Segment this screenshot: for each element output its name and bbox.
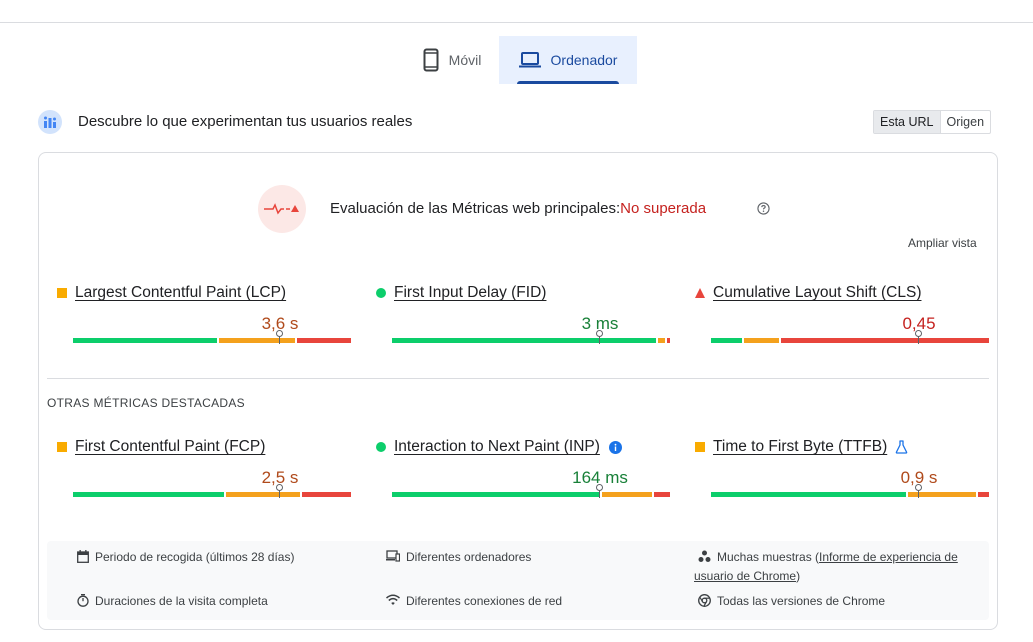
laptop-icon (518, 52, 541, 68)
info-network-text: Diferentes conexiones de red (406, 594, 563, 608)
other-metrics-title: OTRAS MÉTRICAS DESTACADAS (47, 396, 245, 410)
metric-fid-marker (596, 330, 603, 344)
metric-inp-link[interactable]: Interaction to Next Paint (INP) (394, 438, 600, 456)
timer-icon (77, 594, 89, 607)
info-visit-duration: Duraciones de la visita completa (77, 592, 268, 611)
metric-lcp-distribution-bar (73, 338, 351, 343)
good-circle-icon (376, 442, 386, 452)
metric-fcp-link[interactable]: First Contentful Paint (FCP) (75, 438, 265, 456)
info-samples-suffix: ) (796, 569, 801, 583)
good-circle-icon (376, 288, 386, 298)
metric-fid-distribution-bar (392, 338, 670, 343)
metric-ttfb-distribution-bar (711, 492, 989, 497)
scope-origin-button[interactable]: Origen (941, 111, 991, 133)
poor-triangle-icon (695, 288, 705, 298)
metric-cls-link[interactable]: Cumulative Layout Shift (CLS) (713, 284, 921, 302)
info-samples-continued: usuario de Chrome) (694, 567, 800, 586)
needs-improvement-square-icon (57, 442, 67, 452)
info-samples: Muchas muestras (Informe de experiencia … (698, 548, 988, 567)
tab-mobile[interactable]: Móvil (408, 36, 496, 84)
metric-ttfb-link[interactable]: Time to First Byte (TTFB) (713, 438, 887, 456)
info-samples-text: Muchas muestras (Informe de experiencia … (717, 548, 958, 567)
chrome-icon (698, 594, 711, 607)
wifi-icon (386, 594, 400, 605)
metric-cls-marker (915, 330, 922, 344)
top-divider (0, 22, 1033, 23)
info-devices-text: Diferentes ordenadores (406, 550, 532, 564)
section-divider (47, 378, 989, 379)
metric-ttfb-marker (915, 484, 922, 498)
metric-inp-distribution-bar (392, 492, 670, 497)
metric-fcp-marker (276, 484, 283, 498)
tab-mobile-label: Móvil (448, 52, 482, 68)
metric-cls-distribution-bar (711, 338, 989, 343)
info-collection-period: Periodo de recogida (últimos 28 días) (77, 548, 294, 567)
metric-inp-marker (596, 484, 603, 498)
metric-fcp-distribution-bar (73, 492, 351, 497)
metric-lcp-marker (276, 330, 283, 344)
expand-view-link[interactable]: Ampliar vista (908, 236, 977, 250)
calendar-icon (77, 550, 89, 563)
info-devices: Diferentes ordenadores (386, 548, 531, 567)
metric-lcp-header: Largest Contentful Paint (LCP) (57, 284, 286, 302)
info-chrome-versions-text: Todas las versiones de Chrome (717, 594, 886, 608)
metric-lcp-link[interactable]: Largest Contentful Paint (LCP) (75, 284, 286, 302)
smartphone-icon (423, 48, 439, 72)
assessment-text: Evaluación de las Métricas web principal… (330, 200, 706, 217)
metric-fid-header: First Input Delay (FID) (376, 284, 546, 302)
section-title: Descubre lo que experimentan tus usuario… (78, 113, 413, 130)
metric-inp-header: Interaction to Next Paint (INP) (376, 438, 622, 456)
users-group-icon (698, 550, 711, 562)
info-chrome-versions: Todas las versiones de Chrome (698, 592, 885, 611)
failed-assessment-icon (258, 185, 306, 233)
info-network: Diferentes conexiones de red (386, 592, 562, 611)
assessment-label: Evaluación de las Métricas web principal… (330, 200, 621, 217)
help-icon[interactable] (757, 202, 770, 215)
assessment-result: No superada (620, 200, 707, 217)
scope-url-button[interactable]: Esta URL (874, 111, 941, 133)
crux-report-link-continued[interactable]: usuario de Chrome (694, 569, 796, 583)
metric-fcp-header: First Contentful Paint (FCP) (57, 438, 265, 456)
scope-toggle: Esta URL Origen (873, 110, 992, 134)
tab-desktop[interactable]: Ordenador (499, 36, 637, 84)
needs-improvement-square-icon (695, 442, 705, 452)
info-icon[interactable] (608, 440, 622, 454)
needs-improvement-square-icon (57, 288, 67, 298)
info-visit-duration-text: Duraciones de la visita completa (95, 594, 268, 608)
metric-cls-header: Cumulative Layout Shift (CLS) (695, 284, 921, 302)
crux-logo-icon (38, 110, 62, 134)
crux-report-link[interactable]: Informe de experiencia de (819, 550, 958, 564)
metric-fid-link[interactable]: First Input Delay (FID) (394, 284, 546, 302)
info-samples-prefix: Muchas muestras ( (717, 550, 820, 564)
devices-icon (386, 550, 400, 562)
tab-desktop-label: Ordenador (550, 52, 618, 68)
experimental-flask-icon (895, 440, 908, 454)
metric-ttfb-header: Time to First Byte (TTFB) (695, 438, 908, 456)
info-collection-period-text: Periodo de recogida (últimos 28 días) (95, 550, 295, 564)
